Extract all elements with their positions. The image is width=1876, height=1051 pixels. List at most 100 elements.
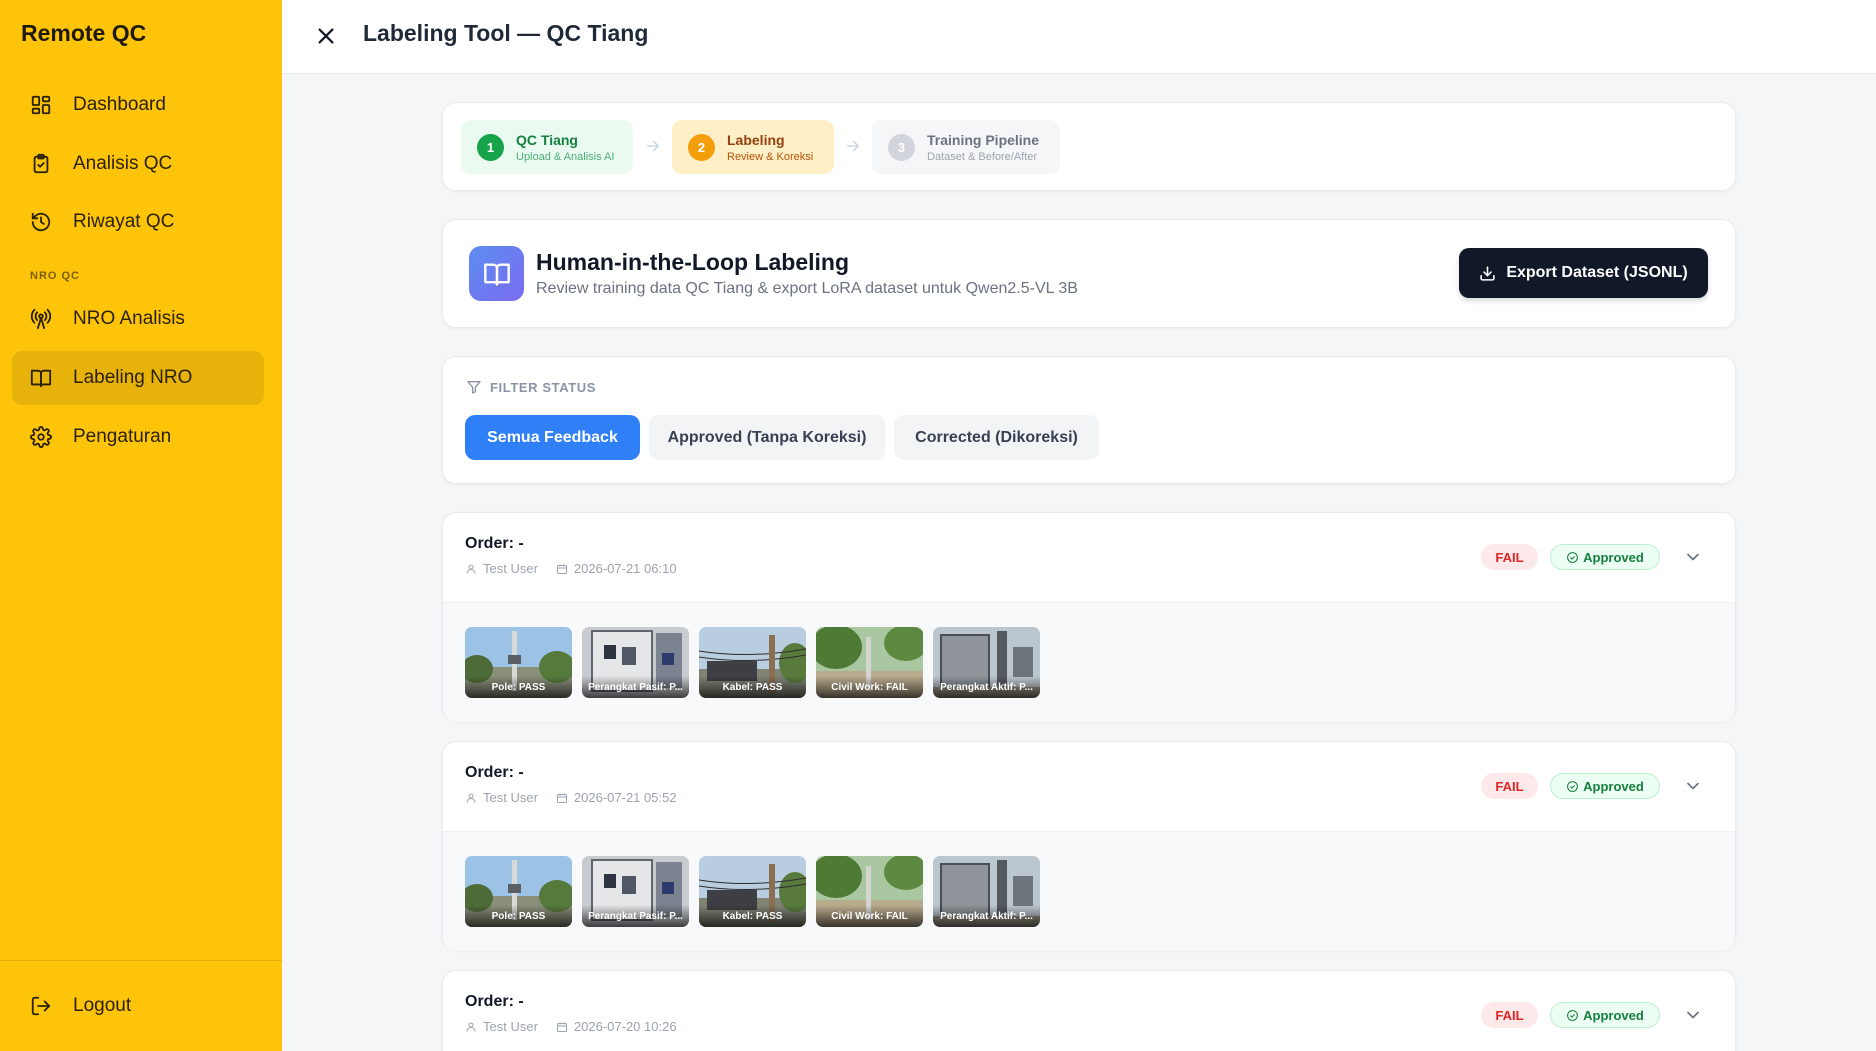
thumbnail-caption: Pole: PASS: [465, 905, 572, 927]
step-number: 2: [688, 133, 715, 161]
order-meta: Test User 2026-07-21 05:52: [465, 790, 677, 805]
filter-approved-button[interactable]: Approved (Tanpa Koreksi): [649, 415, 885, 460]
photo-thumbnail[interactable]: Pole: PASS: [465, 856, 572, 927]
order-title: Order: -: [465, 535, 524, 552]
photo-thumbnail[interactable]: Perangkat Aktif: P...: [933, 856, 1040, 927]
step-subtitle: Review & Koreksi: [727, 150, 814, 163]
thumbnail-caption: Civil Work: FAIL: [816, 676, 923, 698]
photo-thumbnail[interactable]: Kabel: PASS: [699, 856, 806, 927]
order-title: Order: -: [465, 993, 524, 1010]
step-subtitle: Upload & Analisis AI: [516, 150, 615, 163]
sidebar-item-label: Riwayat QC: [73, 211, 175, 232]
user-icon: [466, 564, 476, 574]
sidebar-item-labeling-nro[interactable]: Labeling NRO: [12, 351, 264, 405]
step-labeling[interactable]: 2 Labeling Review & Koreksi: [672, 120, 834, 174]
step-training-pipeline[interactable]: 3 Training Pipeline Dataset & Before/Aft…: [872, 120, 1060, 174]
export-dataset-label: Export Dataset (JSONL): [1506, 264, 1688, 281]
sidebar-item-label: Analisis QC: [73, 153, 173, 174]
order-title: Order: -: [465, 764, 524, 781]
thumbnail-caption: Pole: PASS: [465, 676, 572, 698]
arrow-right-icon: [644, 137, 662, 155]
order-card-header[interactable]: Order: - Test User 2026-07-21 05:52 FAIL…: [443, 742, 1735, 831]
sidebar-item-label: Pengaturan: [73, 426, 172, 447]
step-number: 3: [888, 133, 915, 161]
photo-thumbnail[interactable]: Civil Work: FAIL: [816, 856, 923, 927]
thumbnail-strip: Pole: PASS Perangkat Pasif: P... Kabel: …: [443, 831, 1735, 951]
order-card-header[interactable]: Order: - Test User 2026-07-20 10:26 FAIL…: [443, 971, 1735, 1051]
thumbnail-caption: Kabel: PASS: [699, 676, 806, 698]
step-qc-tiang[interactable]: 1 QC Tiang Upload & Analisis AI: [461, 120, 633, 174]
logout-icon: [29, 994, 53, 1018]
sidebar-item-nro-analisis[interactable]: NRO Analisis: [12, 292, 264, 346]
step-title: QC Tiang: [516, 131, 578, 148]
photo-thumbnail[interactable]: Perangkat Pasif: P...: [582, 856, 689, 927]
order-date: 2026-07-21 05:52: [573, 790, 677, 805]
history-icon: [29, 210, 53, 234]
step-number: 1: [477, 133, 504, 161]
radio-tower-icon: [29, 307, 53, 331]
chevron-down-icon[interactable]: [1683, 547, 1703, 567]
step-subtitle: Dataset & Before/After: [927, 150, 1038, 163]
check-circle-icon: [1567, 780, 1579, 792]
chevron-down-icon[interactable]: [1683, 776, 1703, 796]
close-button[interactable]: [310, 20, 342, 52]
clipboard-check-icon: [29, 152, 53, 176]
step-title: Labeling: [727, 131, 785, 148]
calendar-icon: [556, 564, 567, 574]
thumbnail-caption: Kabel: PASS: [699, 905, 806, 927]
section-title: Human-in-the-Loop Labeling: [536, 249, 850, 275]
order-card[interactable]: Order: - Test User 2026-07-20 10:26 FAIL…: [442, 970, 1736, 1051]
status-badge: Approved: [1550, 1002, 1660, 1028]
thumbnail-caption: Perangkat Pasif: P...: [582, 676, 689, 698]
book-open-icon: [469, 246, 524, 301]
status-badge: Approved: [1550, 773, 1660, 799]
result-badge: FAIL: [1481, 544, 1538, 570]
logout-label: Logout: [73, 995, 132, 1016]
order-card[interactable]: Order: - Test User 2026-07-21 05:52 FAIL…: [442, 741, 1736, 951]
photo-thumbnail[interactable]: Civil Work: FAIL: [816, 627, 923, 698]
check-circle-icon: [1567, 1009, 1579, 1021]
check-circle-icon: [1567, 551, 1579, 563]
order-date: 2026-07-21 06:10: [573, 561, 677, 576]
close-icon: [318, 28, 334, 44]
sidebar-divider: [0, 960, 282, 961]
thumbnail-caption: Perangkat Aktif: P...: [933, 905, 1040, 927]
logout-button[interactable]: Logout: [12, 979, 264, 1033]
sidebar-item-pengaturan[interactable]: Pengaturan: [12, 410, 264, 464]
filter-card: FILTER STATUS Semua Feedback Approved (T…: [442, 356, 1736, 484]
order-meta: Test User 2026-07-20 10:26: [465, 1019, 677, 1034]
labeling-header-card: Human-in-the-Loop Labeling Review traini…: [442, 219, 1736, 328]
chevron-down-icon[interactable]: [1683, 1005, 1703, 1025]
book-open-icon: [29, 366, 53, 390]
filter-all-button[interactable]: Semua Feedback: [465, 415, 640, 460]
order-date: 2026-07-20 10:26: [573, 1019, 677, 1034]
sidebar-item-riwayat-qc[interactable]: Riwayat QC: [12, 195, 264, 249]
step-title: Training Pipeline: [927, 131, 1040, 148]
filter-icon: [467, 381, 481, 394]
order-meta: Test User 2026-07-21 06:10: [465, 561, 677, 576]
order-card-header[interactable]: Order: - Test User 2026-07-21 06:10 FAIL…: [443, 513, 1735, 602]
status-badge: Approved: [1550, 544, 1660, 570]
result-badge: FAIL: [1481, 1002, 1538, 1028]
download-icon: [1480, 265, 1495, 281]
filter-status-label: FILTER STATUS: [466, 379, 596, 395]
order-card[interactable]: Order: - Test User 2026-07-21 06:10 FAIL…: [442, 512, 1736, 722]
sidebar-item-dashboard[interactable]: Dashboard: [12, 78, 264, 132]
sidebar-item-label: Labeling NRO: [73, 367, 193, 388]
sidebar-section-label: NRO QC: [30, 270, 80, 282]
sidebar-item-analisis-qc[interactable]: Analisis QC: [12, 137, 264, 191]
brand-logo-text: Remote QC: [21, 20, 147, 46]
export-dataset-button[interactable]: Export Dataset (JSONL): [1459, 248, 1708, 298]
sidebar-item-label: Dashboard: [73, 94, 166, 115]
user-icon: [466, 793, 476, 803]
gear-icon: [29, 425, 53, 449]
photo-thumbnail[interactable]: Perangkat Pasif: P...: [582, 627, 689, 698]
section-subtitle: Review training data QC Tiang & export L…: [536, 280, 1078, 297]
sidebar-item-label: NRO Analisis: [73, 308, 185, 329]
photo-thumbnail[interactable]: Perangkat Aktif: P...: [933, 627, 1040, 698]
photo-thumbnail[interactable]: Kabel: PASS: [699, 627, 806, 698]
photo-thumbnail[interactable]: Pole: PASS: [465, 627, 572, 698]
order-user: Test User: [483, 790, 538, 805]
filter-corrected-button[interactable]: Corrected (Dikoreksi): [894, 415, 1099, 460]
thumbnail-caption: Civil Work: FAIL: [816, 905, 923, 927]
